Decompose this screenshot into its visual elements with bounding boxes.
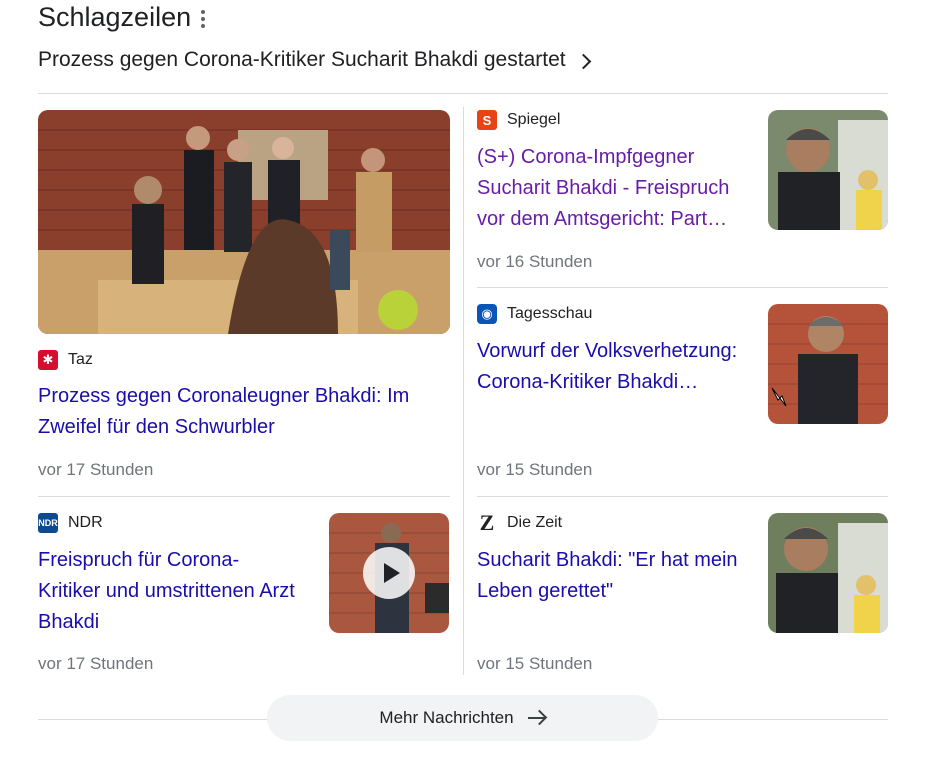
article-thumbnail xyxy=(768,513,888,633)
article-headline[interactable]: Sucharit Bhakdi: "Er hat mein Leben gere… xyxy=(477,545,749,607)
divider xyxy=(658,719,888,720)
arrow-right-icon xyxy=(527,711,546,725)
divider xyxy=(477,287,888,288)
article-source: ◉ Tagesschau xyxy=(477,304,592,324)
article-headline[interactable]: (S+) Corona-Impfgegner Sucharit Bhakdi -… xyxy=(477,142,749,235)
more-options-icon[interactable] xyxy=(201,10,206,28)
divider xyxy=(38,496,450,497)
article-image xyxy=(38,110,450,334)
article-source: ✱ Taz xyxy=(38,350,93,370)
source-name: Tagesschau xyxy=(507,305,593,322)
source-name: Die Zeit xyxy=(507,514,563,531)
divider xyxy=(38,93,888,94)
source-name: NDR xyxy=(68,514,103,531)
spiegel-logo-icon: S xyxy=(477,110,497,130)
topic-title: Prozess gegen Corona-Kritiker Sucharit B… xyxy=(38,48,566,71)
chevron-right-icon xyxy=(575,53,591,69)
source-name: Spiegel xyxy=(507,111,561,128)
taz-logo-icon: ✱ xyxy=(38,350,58,370)
more-news-button[interactable]: Mehr Nachrichten xyxy=(267,695,658,741)
article-source: NDR NDR xyxy=(38,513,103,533)
article-time: vor 17 Stunden xyxy=(38,460,154,479)
zeit-logo-icon: Z xyxy=(477,510,497,535)
article-thumbnail xyxy=(329,513,449,633)
article-time: vor 15 Stunden xyxy=(477,654,593,673)
divider xyxy=(477,496,888,497)
article-time: vor 17 Stunden xyxy=(38,654,154,673)
article-time: vor 16 Stunden xyxy=(477,252,593,271)
article-card-spiegel[interactable]: S Spiegel (S+) Corona-Impfgegner Suchari… xyxy=(477,110,888,280)
tagesschau-logo-icon: ◉ xyxy=(477,304,497,324)
article-headline[interactable]: Vorwurf der Volksverhetzung: Corona-Krit… xyxy=(477,336,749,398)
article-card-zeit[interactable]: Z Die Zeit Sucharit Bhakdi: "Er hat mein… xyxy=(477,510,888,678)
article-card-tagesschau[interactable]: ◉ Tagesschau Vorwurf der Volksverhetzung… xyxy=(477,304,888,484)
topic-link[interactable]: Prozess gegen Corona-Kritiker Sucharit B… xyxy=(38,46,591,74)
column-divider xyxy=(463,107,464,675)
source-name: Taz xyxy=(68,351,93,368)
article-source: S Spiegel xyxy=(477,110,560,130)
article-card-taz[interactable]: ✱ Taz Prozess gegen Coronaleugner Bhakdi… xyxy=(38,110,450,490)
play-icon[interactable] xyxy=(363,547,415,599)
section-title-text: Schlagzeilen xyxy=(38,2,192,32)
article-headline[interactable]: Freispruch für Corona-Kritiker und umstr… xyxy=(38,545,298,638)
section-title: Schlagzeilen xyxy=(38,0,206,34)
article-thumbnail xyxy=(768,110,888,230)
more-news-label: Mehr Nachrichten xyxy=(379,708,514,727)
divider xyxy=(38,719,267,720)
article-time: vor 15 Stunden xyxy=(477,460,593,479)
article-thumbnail xyxy=(768,304,888,424)
article-headline[interactable]: Prozess gegen Coronaleugner Bhakdi: Im Z… xyxy=(38,381,450,443)
article-card-ndr[interactable]: NDR NDR Freispruch für Corona-Kritiker u… xyxy=(38,513,450,678)
ndr-logo-icon: NDR xyxy=(38,513,58,533)
article-source: Z Die Zeit xyxy=(477,510,563,535)
